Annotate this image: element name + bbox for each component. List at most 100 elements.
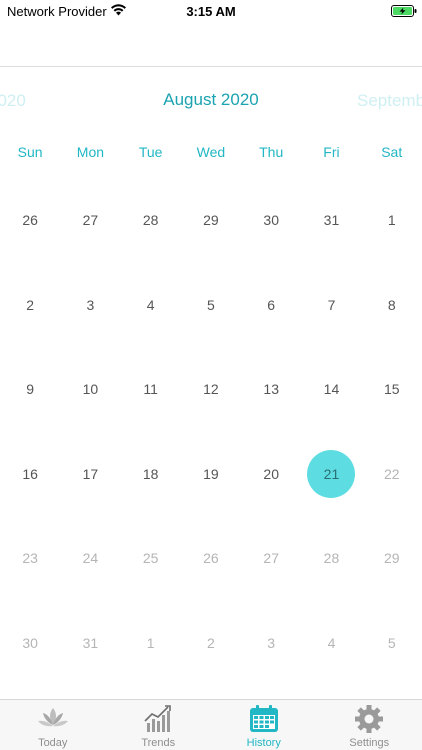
day-cell[interactable]: 1 — [121, 601, 181, 686]
day-number: 27 — [82, 212, 99, 229]
day-number: 4 — [146, 296, 155, 313]
calendar-icon — [249, 705, 278, 732]
day-cell[interactable]: 28 — [121, 178, 181, 263]
weekday-label: Fri — [323, 144, 340, 160]
tab-today-label: Today — [38, 737, 68, 749]
tab-settings[interactable]: Settings — [317, 700, 422, 750]
day-number: 14 — [323, 381, 340, 398]
day-cell[interactable]: 29 — [362, 516, 422, 601]
day-cell[interactable]: 13 — [241, 347, 301, 432]
day-cell[interactable]: 17 — [60, 432, 120, 517]
tab-settings-label: Settings — [349, 737, 390, 749]
day-cell[interactable]: 23 — [0, 516, 60, 601]
day-number: 21 — [307, 449, 356, 498]
day-cell[interactable]: 2 — [181, 601, 241, 686]
month-scroller[interactable]: 2020 August 2020 Septemb — [0, 86, 422, 116]
tab-history-label: History — [246, 737, 281, 749]
day-cell[interactable]: 20 — [241, 432, 301, 517]
day-number: 9 — [26, 381, 35, 398]
day-number: 31 — [323, 212, 340, 229]
tab-trends[interactable]: Trends — [106, 700, 212, 750]
next-month-label[interactable]: Septemb — [357, 91, 422, 111]
day-cell[interactable]: 14 — [301, 347, 361, 432]
day-number: 15 — [383, 381, 400, 398]
day-number: 29 — [203, 212, 219, 229]
day-cell[interactable]: 19 — [181, 432, 241, 517]
tab-trends-label: Trends — [141, 737, 176, 749]
day-cell[interactable]: 4 — [121, 263, 181, 348]
day-cell[interactable]: 24 — [60, 516, 120, 601]
day-cell[interactable]: 27 — [60, 178, 120, 263]
day-number: 1 — [146, 634, 155, 651]
day-cell[interactable]: 26 — [0, 178, 60, 263]
tab-bar: Today Trends History Settings — [0, 699, 422, 750]
navigation-bar — [0, 22, 422, 67]
day-cell[interactable]: 5 — [181, 263, 241, 348]
day-number: 1 — [387, 212, 396, 229]
day-number: 28 — [142, 212, 159, 229]
day-cell[interactable]: 7 — [301, 263, 361, 348]
day-number: 28 — [323, 550, 340, 567]
lotus-icon — [37, 708, 68, 727]
day-number: 3 — [267, 634, 276, 651]
status-bar: Network Provider 3:15 AM — [0, 0, 422, 22]
day-cell[interactable]: 1 — [362, 178, 422, 263]
day-cell[interactable]: 30 — [0, 601, 60, 686]
weekday-label: Tue — [138, 144, 163, 160]
day-cell[interactable]: 25 — [121, 516, 181, 601]
day-cell[interactable]: 12 — [181, 347, 241, 432]
weekday-label: Wed — [196, 144, 226, 160]
day-cell[interactable]: 18 — [121, 432, 181, 517]
weekday-header: Sun Mon Tue Wed Thu Fri Sat — [0, 144, 422, 166]
day-cell[interactable]: 9 — [0, 347, 60, 432]
calendar-days-grid: 26 27 28 29 30 31 1 2 3 4 5 6 7 8 9 10 11 12 13 14 15 16 17 18 1… — [0, 178, 422, 686]
day-number: 20 — [263, 465, 279, 482]
day-cell[interactable]: 31 — [301, 178, 361, 263]
day-number: 27 — [263, 550, 279, 567]
day-cell[interactable]: 22 — [362, 432, 422, 517]
day-number: 5 — [207, 296, 215, 313]
status-time: 3:15 AM — [186, 4, 236, 19]
day-cell[interactable]: 30 — [241, 178, 301, 263]
day-number: 17 — [82, 465, 99, 482]
day-number: 4 — [327, 634, 336, 651]
day-number: 19 — [203, 465, 219, 482]
day-number: 8 — [387, 296, 396, 313]
gear-icon — [355, 705, 384, 733]
day-number: 22 — [383, 465, 400, 482]
day-number: 30 — [263, 212, 279, 229]
day-cell[interactable]: 15 — [362, 347, 422, 432]
day-cell[interactable]: 26 — [181, 516, 241, 601]
day-cell[interactable]: 29 — [181, 178, 241, 263]
weekday-label: Sun — [17, 144, 43, 160]
day-number: 30 — [22, 634, 38, 651]
tab-today[interactable]: Today — [0, 700, 106, 750]
weekday-label: Sat — [381, 144, 403, 160]
day-cell-selected[interactable]: 21 — [301, 432, 361, 517]
day-number: 12 — [203, 381, 219, 398]
day-number: 13 — [263, 381, 279, 398]
day-number: 24 — [82, 550, 99, 567]
day-number: 11 — [143, 381, 158, 398]
day-cell[interactable]: 10 — [60, 347, 120, 432]
battery-charging-icon — [391, 5, 417, 17]
day-cell[interactable]: 31 — [60, 601, 120, 686]
day-cell[interactable]: 3 — [241, 601, 301, 686]
day-cell[interactable]: 16 — [0, 432, 60, 517]
day-cell[interactable]: 2 — [0, 263, 60, 348]
day-number: 2 — [26, 296, 35, 313]
day-number: 16 — [22, 465, 38, 482]
day-cell[interactable]: 4 — [301, 601, 361, 686]
day-cell[interactable]: 11 — [121, 347, 181, 432]
day-cell[interactable]: 8 — [362, 263, 422, 348]
day-number: 7 — [327, 296, 336, 313]
day-cell[interactable]: 5 — [362, 601, 422, 686]
weekday-label: Mon — [76, 144, 105, 160]
day-cell[interactable]: 6 — [241, 263, 301, 348]
day-cell[interactable]: 27 — [241, 516, 301, 601]
weekday-label: Thu — [259, 144, 284, 160]
day-number: 18 — [142, 465, 159, 482]
tab-history[interactable]: History — [211, 700, 317, 750]
day-cell[interactable]: 3 — [60, 263, 120, 348]
day-cell[interactable]: 28 — [301, 516, 361, 601]
